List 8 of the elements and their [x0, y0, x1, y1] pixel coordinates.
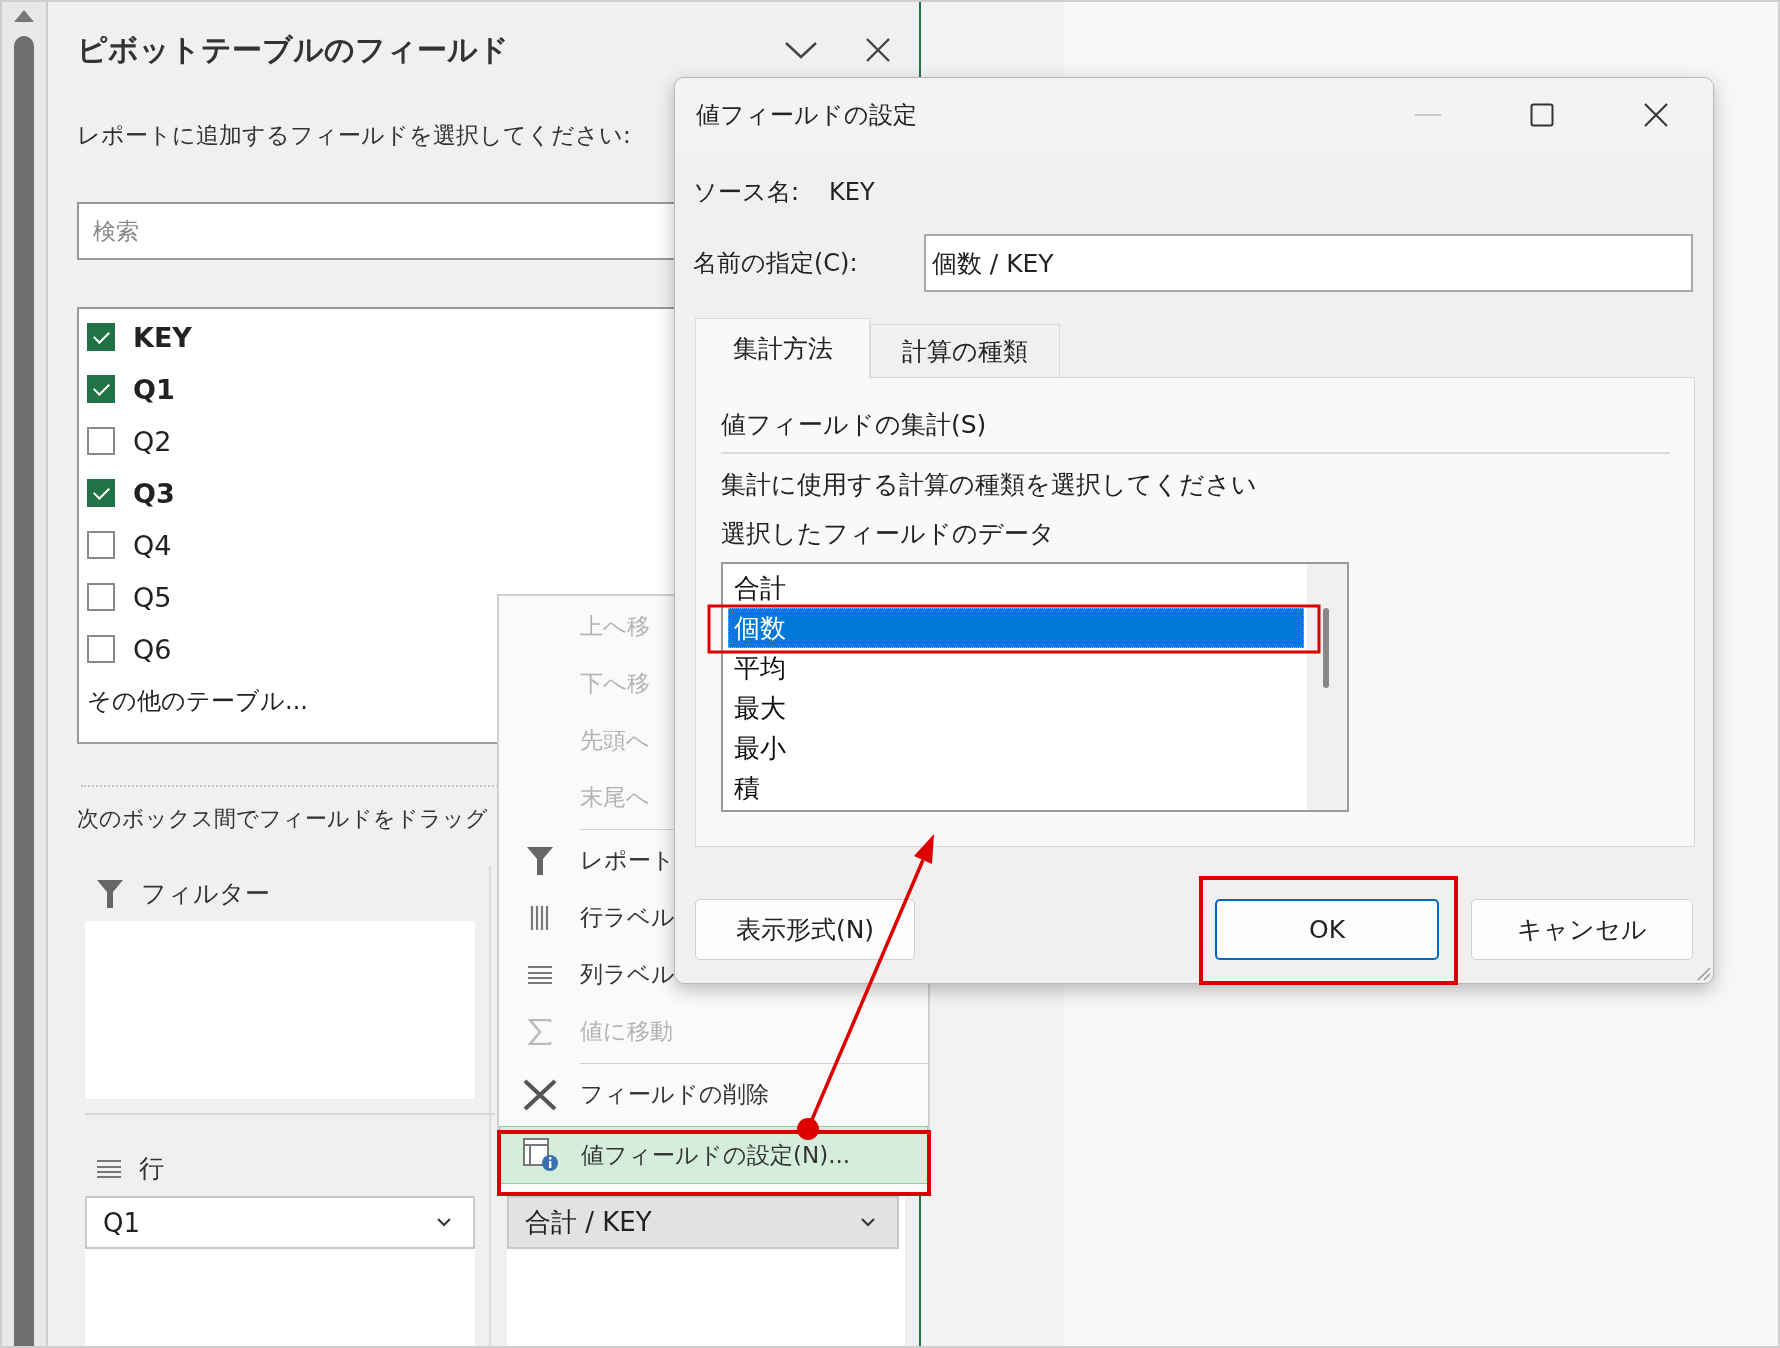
- description-text: 集計に使用する計算の種類を選択してください: [721, 469, 1258, 501]
- section-heading: 値フィールドの集計(S): [721, 409, 988, 441]
- area-label: フィルター: [141, 878, 270, 910]
- description-text: 選択したフィールドのデータ: [721, 518, 1056, 550]
- drag-hint: 次のボックス間でフィールドをドラッグ: [77, 805, 489, 833]
- pane-title: ピボットテーブルのフィールド: [77, 30, 509, 69]
- dialog-title: 値フィールドの設定: [696, 100, 917, 131]
- area-label: 行: [139, 1153, 164, 1185]
